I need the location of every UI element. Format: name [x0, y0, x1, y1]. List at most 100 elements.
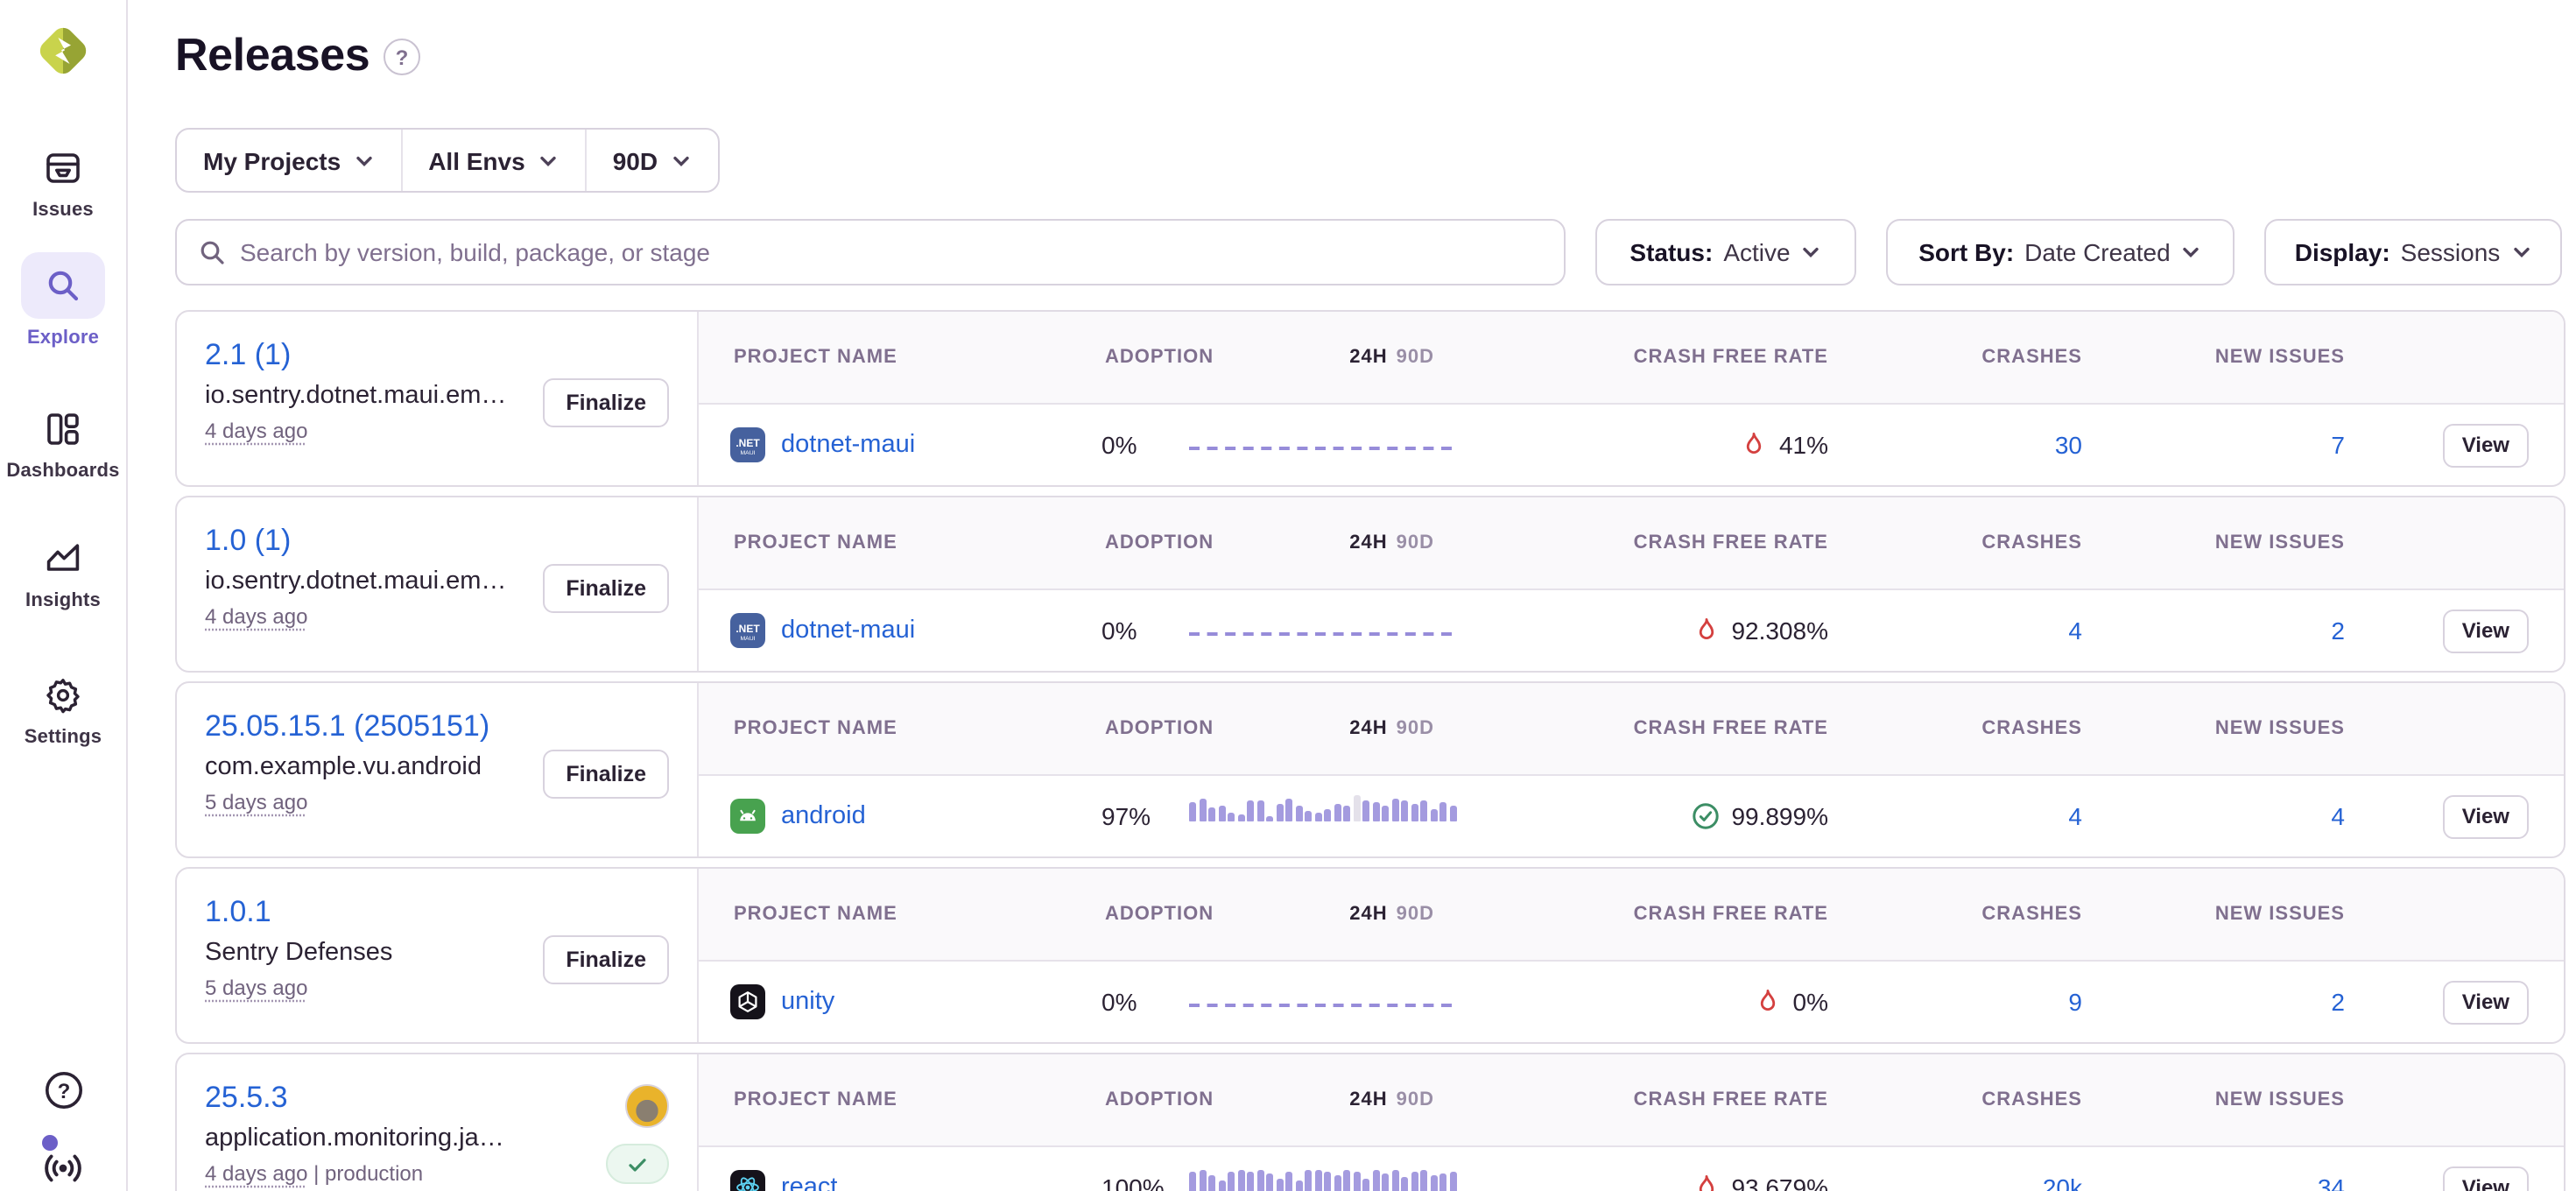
new-issues-link[interactable]: 4 — [2331, 802, 2345, 830]
finalize-button[interactable]: Finalize — [543, 750, 669, 799]
notification-dot — [42, 1135, 58, 1151]
date-range-filter-dropdown[interactable]: 90D — [585, 130, 717, 191]
sort-by-dropdown[interactable]: Sort By: Date Created — [1886, 219, 2235, 285]
new-issues-link[interactable]: 2 — [2331, 988, 2345, 1016]
finalize-button[interactable]: Finalize — [543, 564, 669, 613]
column-header-adoption: Adoption — [1105, 1089, 1214, 1110]
period-90d-toggle[interactable]: 90D — [1397, 347, 1434, 368]
crashes-link[interactable]: 20k — [2043, 1173, 2082, 1191]
crashes-link[interactable]: 4 — [2068, 617, 2082, 645]
project-link[interactable]: android — [781, 802, 866, 830]
crash-free-value: 93.679% — [1731, 1173, 1828, 1191]
sidebar-item-insights[interactable]: Insights — [0, 536, 126, 611]
view-button[interactable]: View — [2443, 1166, 2529, 1191]
column-header-adoption: Adoption — [1105, 718, 1214, 739]
broadcast-icon — [40, 1145, 86, 1191]
crash-free-value: 0% — [1793, 988, 1828, 1016]
svg-text:?: ? — [57, 1080, 70, 1103]
period-24h-toggle[interactable]: 24H — [1349, 1089, 1387, 1110]
period-24h-toggle[interactable]: 24H — [1349, 532, 1387, 553]
column-header-new-issues: New Issues — [2117, 904, 2380, 925]
whats-new-button[interactable] — [0, 1145, 126, 1191]
release-version-link[interactable]: 25.5.3 — [205, 1081, 288, 1116]
org-logo[interactable] — [33, 21, 93, 81]
period-24h-toggle[interactable]: 24H — [1349, 718, 1387, 739]
environment-filter-dropdown[interactable]: All Envs — [400, 130, 585, 191]
sidebar-item-dashboards[interactable]: Dashboards — [0, 406, 126, 482]
check-circle-icon — [1691, 802, 1719, 830]
svg-text:MAUI: MAUI — [741, 636, 756, 642]
view-button[interactable]: View — [2443, 980, 2529, 1024]
crash-free-value: 41% — [1779, 431, 1828, 459]
adoption-sparkline — [1189, 405, 1487, 485]
sort-by-label: Sort By: — [1918, 238, 2014, 266]
page-filter-bar: My Projects All Envs 90D — [175, 128, 719, 193]
display-value: Sessions — [2401, 238, 2501, 266]
finalize-button[interactable]: Finalize — [543, 935, 669, 984]
new-issues-link[interactable]: 34 — [2318, 1173, 2345, 1191]
sidebar-item-settings[interactable]: Settings — [0, 673, 126, 748]
page-title: Releases — [175, 28, 370, 82]
column-header-crash-free-rate: Crash Free Rate — [1487, 347, 1863, 368]
project-link[interactable]: unity — [781, 988, 834, 1016]
crash-free-value: 99.899% — [1731, 802, 1828, 830]
period-90d-toggle[interactable]: 90D — [1397, 718, 1434, 739]
view-button[interactable]: View — [2443, 609, 2529, 652]
release-version-link[interactable]: 1.0.1 — [205, 895, 271, 930]
chevron-down-icon — [2181, 242, 2202, 263]
adoption-value: 0% — [1084, 431, 1189, 459]
release-package: application.monitoring.ja… — [205, 1124, 606, 1152]
new-issues-link[interactable]: 7 — [2331, 431, 2345, 459]
status-dropdown[interactable]: Status: Active — [1595, 219, 1856, 285]
gear-icon — [40, 673, 86, 718]
period-90d-toggle[interactable]: 90D — [1397, 532, 1434, 553]
view-button[interactable]: View — [2443, 423, 2529, 467]
sidebar-item-explore[interactable]: Explore — [0, 252, 126, 349]
release-version-link[interactable]: 2.1 (1) — [205, 338, 291, 373]
period-toggle: 24H 90D — [1349, 347, 1434, 368]
new-issues-link[interactable]: 2 — [2331, 617, 2345, 645]
view-button[interactable]: View — [2443, 794, 2529, 838]
search-input[interactable] — [240, 238, 1543, 266]
column-header-new-issues: New Issues — [2117, 718, 2380, 739]
period-24h-toggle[interactable]: 24H — [1349, 904, 1387, 925]
sort-by-value: Date Created — [2024, 238, 2171, 266]
column-header-adoption: Adoption — [1105, 532, 1214, 553]
sidebar-label-explore: Explore — [27, 328, 99, 349]
column-header-adoption: Adoption — [1105, 904, 1214, 925]
search-icon — [198, 238, 226, 266]
sidebar-item-issues[interactable]: Issues — [0, 145, 126, 221]
release-package: com.example.vu.android — [205, 753, 543, 781]
project-link[interactable]: dotnet-maui — [781, 431, 915, 459]
crashes-link[interactable]: 9 — [2068, 988, 2082, 1016]
insights-chart-icon — [40, 536, 86, 581]
crashes-link[interactable]: 4 — [2068, 802, 2082, 830]
chevron-down-icon — [670, 150, 691, 171]
sidebar-label-issues: Issues — [32, 200, 94, 221]
adoption-value: 100% — [1084, 1173, 1189, 1191]
page-title-help-icon[interactable]: ? — [384, 39, 420, 75]
help-button[interactable]: ? — [0, 1068, 126, 1112]
period-24h-toggle[interactable]: 24H — [1349, 347, 1387, 368]
finalize-button[interactable]: Finalize — [543, 378, 669, 427]
column-header-new-issues: New Issues — [2117, 347, 2380, 368]
project-row: android 97% 99.899% 4 4 View — [699, 776, 2564, 856]
crashes-link[interactable]: 30 — [2055, 431, 2082, 459]
release-version-link[interactable]: 25.05.15.1 (2505151) — [205, 709, 489, 744]
period-90d-toggle[interactable]: 90D — [1397, 1089, 1434, 1110]
release-version-link[interactable]: 1.0 (1) — [205, 524, 291, 559]
project-row: .NETMAUI dotnet-maui 0% 92.308% 4 2 View — [699, 590, 2564, 671]
column-header-crashes: Crashes — [1863, 347, 2117, 368]
display-label: Display: — [2295, 238, 2390, 266]
project-link[interactable]: react — [781, 1173, 838, 1191]
unity-project-icon — [730, 984, 765, 1019]
period-90d-toggle[interactable]: 90D — [1397, 904, 1434, 925]
svg-text:.NET: .NET — [735, 623, 760, 635]
release-package: io.sentry.dotnet.maui.em… — [205, 382, 543, 410]
chevron-down-icon — [1801, 242, 1822, 263]
column-header-crash-free-rate: Crash Free Rate — [1487, 532, 1863, 553]
finalized-check-button[interactable] — [606, 1144, 669, 1184]
display-dropdown[interactable]: Display: Sessions — [2264, 219, 2562, 285]
project-filter-dropdown[interactable]: My Projects — [177, 130, 400, 191]
project-link[interactable]: dotnet-maui — [781, 617, 915, 645]
